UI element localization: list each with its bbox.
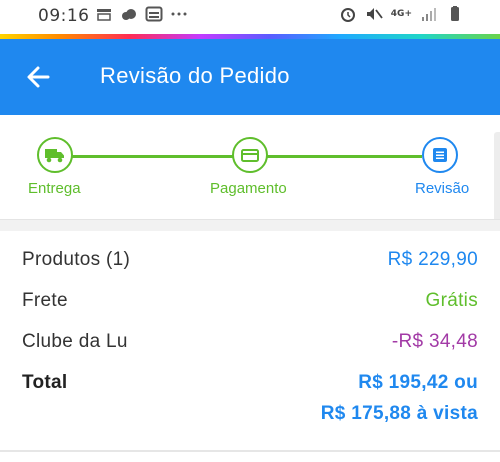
calendar-icon bbox=[145, 6, 163, 22]
total-cash-value: R$ 175,88 à vista bbox=[320, 403, 478, 424]
step-label-review: Revisão bbox=[415, 180, 470, 197]
cloud-icon bbox=[122, 9, 136, 20]
network-label: 4G+ bbox=[390, 9, 412, 19]
products-value: R$ 229,90 bbox=[387, 249, 478, 270]
products-label: Produtos (1) bbox=[22, 249, 131, 270]
step-delivery[interactable] bbox=[37, 137, 73, 173]
order-summary: Produtos (1) R$ 229,90 Frete Grátis Club… bbox=[0, 231, 500, 462]
club-discount-label: Clube da Lu bbox=[22, 331, 128, 352]
more-dots-icon bbox=[171, 12, 187, 16]
status-time: 09:16 bbox=[38, 6, 90, 26]
alarm-icon bbox=[340, 8, 355, 22]
club-discount-value: -R$ 34,48 bbox=[391, 331, 478, 352]
checkout-stepper: Entrega Pagamento Revisão bbox=[0, 115, 500, 219]
shipping-value: Grátis bbox=[425, 290, 478, 311]
card-icon bbox=[241, 149, 259, 162]
step-label-payment: Pagamento bbox=[210, 180, 287, 197]
step-payment[interactable] bbox=[232, 137, 268, 173]
page-title: Revisão do Pedido bbox=[100, 63, 290, 88]
shipping-label: Frete bbox=[22, 290, 68, 311]
mute-icon bbox=[366, 8, 383, 20]
app-bar: Revisão do Pedido bbox=[0, 39, 500, 115]
back-arrow-icon[interactable] bbox=[22, 61, 54, 93]
bottom-divider bbox=[0, 450, 500, 452]
edge-panel-handle[interactable] bbox=[494, 132, 500, 222]
truck-icon bbox=[45, 149, 64, 163]
battery-icon bbox=[451, 6, 459, 21]
step-review[interactable] bbox=[422, 137, 458, 173]
status-left-icons bbox=[95, 6, 188, 22]
status-bar: 09:16 4G+ bbox=[0, 0, 500, 34]
total-label: Total bbox=[22, 372, 68, 393]
marketplace-icon bbox=[97, 9, 111, 21]
list-icon bbox=[433, 148, 447, 162]
status-right-icons: 4G+ bbox=[339, 6, 464, 22]
total-value: R$ 195,42 ou bbox=[358, 372, 478, 393]
step-label-delivery: Entrega bbox=[28, 180, 81, 197]
signal-icon bbox=[422, 8, 436, 21]
